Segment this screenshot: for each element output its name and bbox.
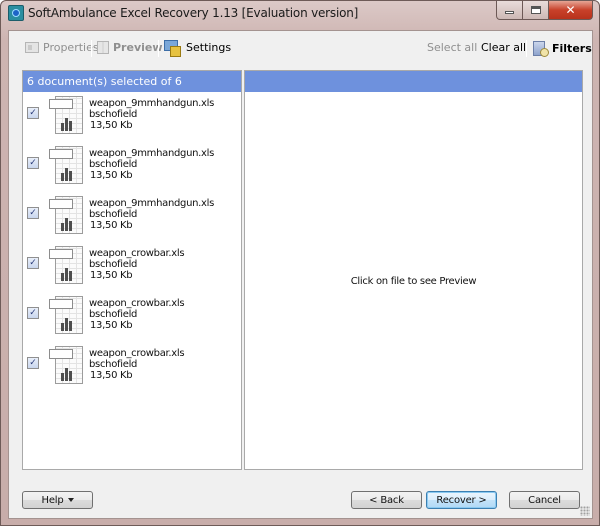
- file-size: 13,50 Kb: [90, 120, 133, 131]
- help-button[interactable]: Help: [22, 491, 93, 509]
- client-area: Properties Preview Settings Select all C…: [8, 30, 593, 519]
- properties-button[interactable]: Properties: [25, 41, 99, 54]
- clear-all-button[interactable]: Clear all: [481, 41, 526, 54]
- file-author: bschofield: [89, 159, 138, 170]
- settings-icon: [164, 40, 181, 57]
- file-size: 13,50 Kb: [90, 320, 133, 331]
- select-all-label: Select all: [427, 41, 478, 54]
- file-checkbox[interactable]: ✓: [27, 257, 39, 269]
- maximize-button[interactable]: [523, 1, 549, 20]
- file-author: bschofield: [89, 259, 138, 270]
- file-name: weapon_9mmhandgun.xls: [89, 198, 215, 209]
- select-all-button[interactable]: Select all: [427, 41, 477, 54]
- recover-button[interactable]: Recover >: [426, 491, 497, 509]
- file-size: 13,50 Kb: [90, 370, 133, 381]
- toolbar: Properties Preview Settings Select all C…: [9, 31, 592, 67]
- file-list-item[interactable]: ✓ weapon_9mmhandgun.xls bschofield 13,50 Kb: [23, 142, 241, 192]
- file-list-header: 6 document(s) selected of 6: [23, 71, 241, 92]
- clear-all-label: Clear all: [481, 41, 527, 54]
- excel-file-icon: [49, 295, 85, 335]
- file-author: bschofield: [89, 209, 138, 220]
- preview-header: [245, 71, 582, 92]
- file-list-item[interactable]: ✓ weapon_crowbar.xls bschofield 13,50 Kb: [23, 342, 241, 392]
- filters-label: Filters: [552, 41, 592, 55]
- file-name: weapon_crowbar.xls: [89, 348, 185, 359]
- dropdown-arrow-icon: [67, 498, 74, 502]
- filters-icon: [532, 40, 549, 57]
- title-bar[interactable]: SoftAmbulance Excel Recovery 1.13 [Evalu…: [1, 1, 599, 25]
- back-label: < Back: [369, 494, 404, 506]
- minimize-button[interactable]: [496, 1, 523, 20]
- file-size: 13,50 Kb: [90, 170, 133, 181]
- file-name: weapon_9mmhandgun.xls: [89, 98, 215, 109]
- back-button[interactable]: < Back: [351, 491, 422, 509]
- file-author: bschofield: [89, 359, 138, 370]
- settings-button[interactable]: Settings: [164, 40, 232, 57]
- file-checkbox[interactable]: ✓: [27, 307, 39, 319]
- window-title: SoftAmbulance Excel Recovery 1.13 [Evalu…: [28, 6, 359, 20]
- toolbar-separator: [91, 40, 92, 57]
- excel-file-icon: [49, 245, 85, 285]
- preview-message: Click on file to see Preview: [350, 276, 477, 287]
- file-author: bschofield: [89, 109, 138, 120]
- resize-grip[interactable]: [580, 506, 590, 516]
- maximize-icon: [530, 6, 541, 14]
- excel-file-icon: [49, 145, 85, 185]
- preview-label: Preview: [113, 41, 163, 54]
- close-button[interactable]: ✕: [549, 1, 593, 20]
- excel-file-icon: [49, 95, 85, 135]
- help-label: Help: [41, 494, 64, 506]
- app-window: SoftAmbulance Excel Recovery 1.13 [Evalu…: [0, 0, 600, 526]
- toolbar-separator: [526, 40, 527, 57]
- file-checkbox[interactable]: ✓: [27, 107, 39, 119]
- file-list-item[interactable]: ✓ weapon_crowbar.xls bschofield 13,50 Kb: [23, 242, 241, 292]
- file-list-panel: 6 document(s) selected of 6 ✓ weapon_9mmh…: [22, 70, 242, 470]
- file-name: weapon_9mmhandgun.xls: [89, 148, 215, 159]
- settings-label: Settings: [186, 41, 232, 54]
- file-checkbox[interactable]: ✓: [27, 157, 39, 169]
- file-size: 13,50 Kb: [90, 270, 133, 281]
- file-checkbox[interactable]: ✓: [27, 357, 39, 369]
- cancel-button[interactable]: Cancel: [509, 491, 580, 509]
- window-controls: ✕: [496, 1, 593, 20]
- app-icon: [8, 5, 24, 21]
- cancel-label: Cancel: [528, 494, 561, 506]
- properties-icon: [25, 42, 39, 53]
- file-name: weapon_crowbar.xls: [89, 298, 185, 309]
- recover-label: Recover >: [436, 494, 487, 506]
- minimize-icon: [505, 11, 514, 14]
- file-list-item[interactable]: ✓ weapon_crowbar.xls bschofield 13,50 Kb: [23, 292, 241, 342]
- file-author: bschofield: [89, 309, 138, 320]
- filters-button[interactable]: Filters: [532, 40, 592, 57]
- excel-file-icon: [49, 345, 85, 385]
- file-list[interactable]: ✓ weapon_9mmhandgun.xls bschofield 13,50 Kb…: [23, 92, 241, 392]
- file-list-item[interactable]: ✓ weapon_9mmhandgun.xls bschofield 13,50 Kb: [23, 192, 241, 242]
- preview-icon: [97, 41, 109, 54]
- file-size: 13,50 Kb: [90, 220, 133, 231]
- preview-panel: Click on file to see Preview: [244, 70, 583, 470]
- file-name: weapon_crowbar.xls: [89, 248, 185, 259]
- file-list-item[interactable]: ✓ weapon_9mmhandgun.xls bschofield 13,50 Kb: [23, 92, 241, 142]
- preview-button[interactable]: Preview: [97, 41, 163, 54]
- toolbar-separator: [158, 40, 159, 57]
- file-checkbox[interactable]: ✓: [27, 207, 39, 219]
- excel-file-icon: [49, 195, 85, 235]
- close-icon: ✕: [565, 3, 576, 17]
